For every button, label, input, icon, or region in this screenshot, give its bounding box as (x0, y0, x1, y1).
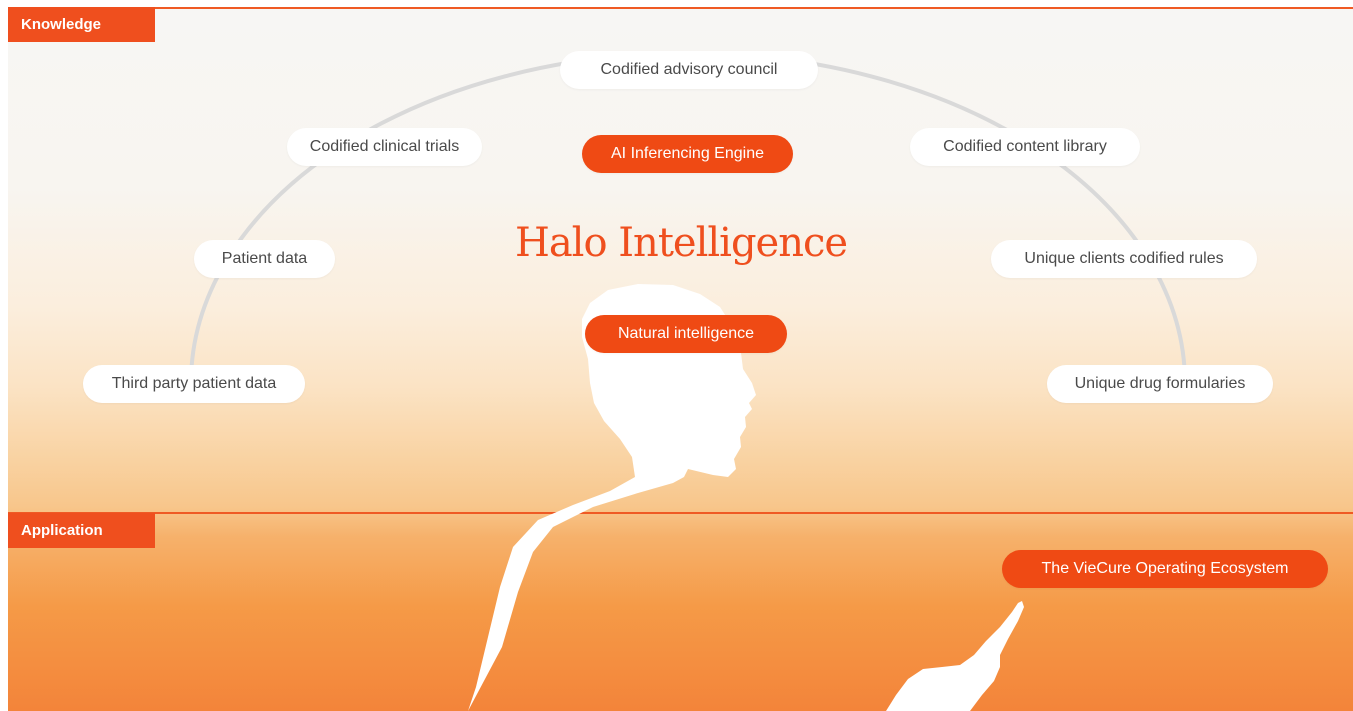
diagram-title: Halo Intelligence (514, 220, 848, 266)
node-codified-clinical-trials: Codified clinical trials (287, 128, 482, 166)
node-codified-advisory-council: Codified advisory council (560, 51, 818, 89)
node-unique-clients-codified-rules: Unique clients codified rules (991, 240, 1257, 278)
node-patient-data: Patient data (194, 240, 335, 278)
person-silhouette (468, 284, 1024, 711)
node-unique-drug-formularies: Unique drug formularies (1047, 365, 1273, 403)
node-codified-content-library: Codified content library (910, 128, 1140, 166)
node-natural-intelligence: Natural intelligence (585, 315, 787, 353)
node-viecure-operating-ecosystem: The VieCure Operating Ecosystem (1002, 550, 1328, 588)
node-ai-inferencing-engine: AI Inferencing Engine (582, 135, 793, 173)
node-third-party-patient-data: Third party patient data (83, 365, 305, 403)
diagram-canvas: Knowledge Application Codified advisory … (8, 7, 1353, 711)
